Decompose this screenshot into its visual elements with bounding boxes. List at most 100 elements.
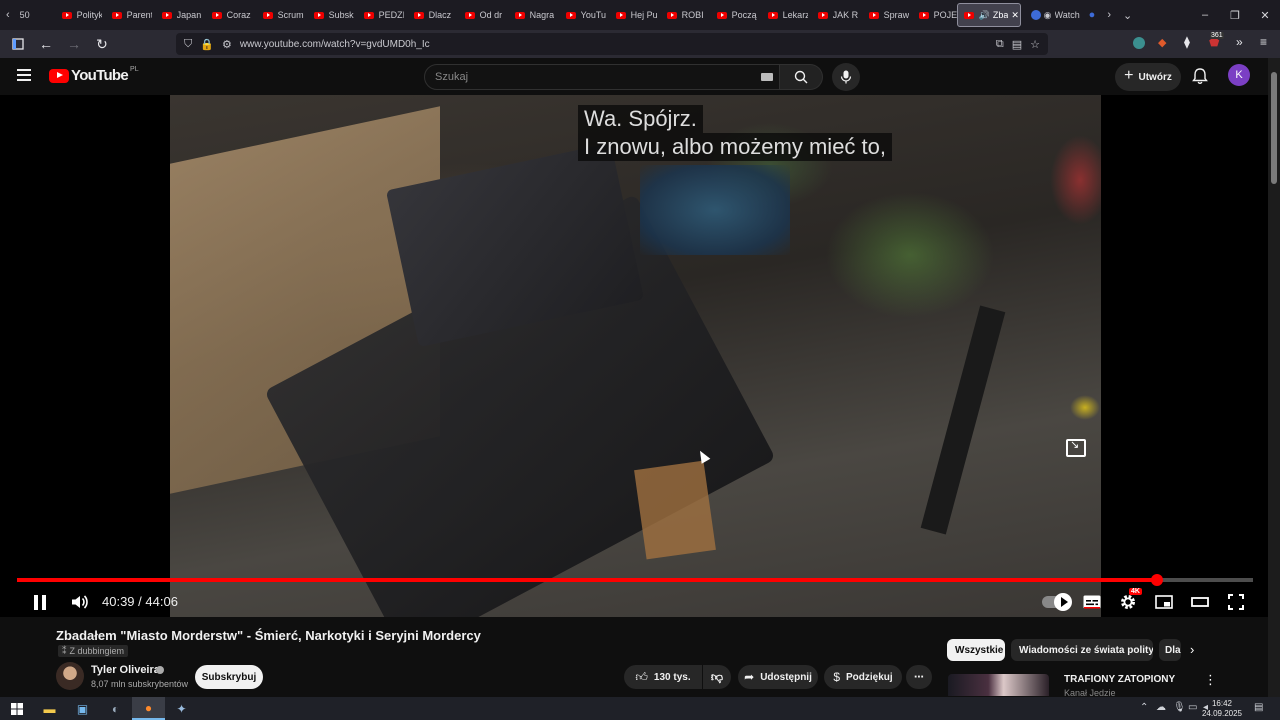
- account-avatar[interactable]: K: [1228, 64, 1250, 86]
- firefox-button[interactable]: ●: [132, 697, 165, 720]
- youtube-logo[interactable]: YouTube PL: [49, 66, 139, 84]
- browser-tab[interactable]: Nagra: [505, 0, 556, 30]
- browser-tab[interactable]: ◉ Watch: [1021, 0, 1083, 30]
- browser-tab[interactable]: Dlacz: [404, 0, 455, 30]
- sidebar-toggle-icon[interactable]: [6, 32, 30, 56]
- picture-in-picture-icon[interactable]: ⧉: [996, 38, 1004, 51]
- subtitles-button[interactable]: [1080, 587, 1104, 617]
- guide-menu-icon[interactable]: [17, 69, 31, 81]
- overflow-chevrons-icon[interactable]: »: [1236, 35, 1243, 49]
- browser-tab-active[interactable]: 🔊 Zba ✕: [956, 3, 1021, 27]
- browser-tab[interactable]: Coraz: [202, 0, 253, 30]
- reader-view-icon[interactable]: ▤: [1012, 38, 1022, 51]
- browser-tab[interactable]: Subsk: [304, 0, 354, 30]
- chip-politics[interactable]: Wiadomości ze świata polityki: [1011, 639, 1153, 661]
- url-bar[interactable]: ⛉ 🔒 ⚙ www.youtube.com/watch?v=gvdUMD0h_I…: [176, 33, 1048, 55]
- chip-all[interactable]: Wszystkie: [947, 639, 1005, 661]
- browser-tab[interactable]: YouTu: [556, 0, 606, 30]
- browser-tab[interactable]: POJEC: [909, 0, 957, 30]
- bookmark-star-icon[interactable]: ☆: [1030, 38, 1040, 51]
- browser-tab[interactable]: Począ: [707, 0, 758, 30]
- scrubber-knob[interactable]: [1150, 574, 1163, 586]
- like-button[interactable]: 👍︎ 130 tys.: [624, 665, 702, 689]
- browser-tab[interactable]: Od dr: [455, 0, 505, 30]
- tab-scroll-right-icon[interactable]: ›: [1101, 9, 1117, 21]
- permissions-icon[interactable]: ⚙: [222, 38, 232, 51]
- close-tab-icon[interactable]: ✕: [1011, 10, 1019, 21]
- more-actions-button[interactable]: ⋯: [906, 665, 932, 689]
- channel-avatar[interactable]: [56, 662, 84, 690]
- extension-shield-icon[interactable]: [1133, 37, 1145, 49]
- shield-icon[interactable]: ⛉: [184, 38, 192, 51]
- create-button[interactable]: + Utwórz: [1115, 63, 1181, 91]
- close-window-icon[interactable]: ✕: [1250, 9, 1280, 22]
- autoplay-toggle[interactable]: [1040, 587, 1072, 617]
- voice-search-button[interactable]: [832, 63, 860, 91]
- app-button[interactable]: ✦: [165, 697, 198, 720]
- thanks-icon: $: [833, 670, 840, 684]
- keyboard-icon[interactable]: [761, 73, 773, 81]
- share-button[interactable]: ➦ Udostępnij: [738, 665, 818, 689]
- tab-scroll-left-icon[interactable]: ‹: [0, 9, 16, 21]
- dislike-button[interactable]: 👎︎: [703, 665, 731, 689]
- fullscreen-button[interactable]: [1224, 587, 1248, 617]
- mute-button[interactable]: [68, 587, 92, 617]
- minimize-icon[interactable]: –: [1190, 9, 1220, 21]
- more-vertical-icon[interactable]: ⋮: [1204, 672, 1217, 688]
- tab-label: ROBI: [681, 10, 704, 20]
- subscribe-button[interactable]: Subskrybuj: [195, 665, 263, 689]
- speaker-icon[interactable]: 🔊: [979, 10, 990, 21]
- extension-favicon-icon[interactable]: ●: [1083, 9, 1102, 21]
- browser-tab[interactable]: Polityka: [52, 0, 102, 30]
- pause-button[interactable]: [28, 587, 52, 617]
- browser-tab[interactable]: ROBI: [657, 0, 707, 30]
- browser-tab[interactable]: PEDZI: [354, 0, 404, 30]
- recommended-title[interactable]: TRAFIONY ZATOPIONY: [1064, 674, 1175, 685]
- chip-for-you[interactable]: Dla: [1159, 639, 1181, 661]
- restore-icon[interactable]: ❐: [1220, 9, 1250, 22]
- video-player[interactable]: Wa. Spójrz. I znowu, albo możemy mieć to…: [0, 95, 1268, 617]
- tray-chevron-icon[interactable]: ⌃: [1140, 702, 1148, 713]
- browser-tab[interactable]: Scrum: [253, 0, 304, 30]
- search-input[interactable]: [425, 65, 725, 89]
- browser-tab[interactable]: 50: [16, 0, 52, 30]
- network-icon[interactable]: ▭: [1188, 702, 1197, 713]
- start-button[interactable]: [0, 697, 33, 720]
- notifications-bell-icon[interactable]: [1190, 66, 1210, 86]
- recommended-thumbnail[interactable]: [948, 674, 1049, 696]
- chevron-down-icon[interactable]: ⌄: [1117, 9, 1138, 22]
- thanks-button[interactable]: $ Podziękuj: [824, 665, 902, 689]
- system-clock[interactable]: 16:42 24.09.2025: [1202, 699, 1242, 719]
- cloud-icon[interactable]: ☁: [1156, 702, 1166, 713]
- lock-icon[interactable]: 🔒: [200, 38, 214, 51]
- monitor-app-button[interactable]: ▣: [66, 697, 99, 720]
- menu-icon[interactable]: ≡: [1260, 35, 1267, 49]
- back-icon[interactable]: ←: [34, 32, 58, 56]
- search-button[interactable]: [780, 64, 823, 90]
- browser-tab[interactable]: Parent: [102, 0, 152, 30]
- file-explorer-button[interactable]: ▬: [33, 697, 66, 720]
- reload-icon[interactable]: ↻: [90, 32, 114, 56]
- microphone-tray-icon[interactable]: 🎙︎: [1173, 702, 1186, 713]
- forward-icon[interactable]: →: [62, 32, 86, 56]
- browser-tab[interactable]: Hej Pu: [606, 0, 657, 30]
- chevron-right-icon[interactable]: ›: [1190, 642, 1194, 657]
- page-scrollbar[interactable]: [1268, 58, 1280, 698]
- exit-pip-icon[interactable]: [1066, 438, 1086, 457]
- browser-tab[interactable]: JAK R: [808, 0, 859, 30]
- browser-tab[interactable]: Japan: [152, 0, 202, 30]
- extensions-puzzle-icon[interactable]: ⧫: [1184, 35, 1190, 49]
- video-frame[interactable]: Wa. Spójrz. I znowu, albo możemy mieć to…: [170, 95, 1101, 617]
- theater-mode-button[interactable]: [1188, 587, 1212, 617]
- steam-button[interactable]: ◐: [99, 697, 132, 720]
- youtube-favicon-icon: [161, 11, 172, 19]
- extension-fox-icon[interactable]: ◆: [1158, 36, 1166, 49]
- browser-tab[interactable]: Lekarz: [758, 0, 808, 30]
- scrollbar-thumb[interactable]: [1271, 72, 1277, 184]
- progress-bar[interactable]: [17, 574, 1253, 586]
- browser-tab[interactable]: Spraw: [859, 0, 909, 30]
- channel-name[interactable]: Tyler Oliveira: [91, 664, 160, 676]
- url-text[interactable]: www.youtube.com/watch?v=gvdUMD0h_Ic: [240, 39, 430, 50]
- miniplayer-button[interactable]: [1152, 587, 1176, 617]
- notifications-icon[interactable]: ▤: [1254, 702, 1263, 713]
